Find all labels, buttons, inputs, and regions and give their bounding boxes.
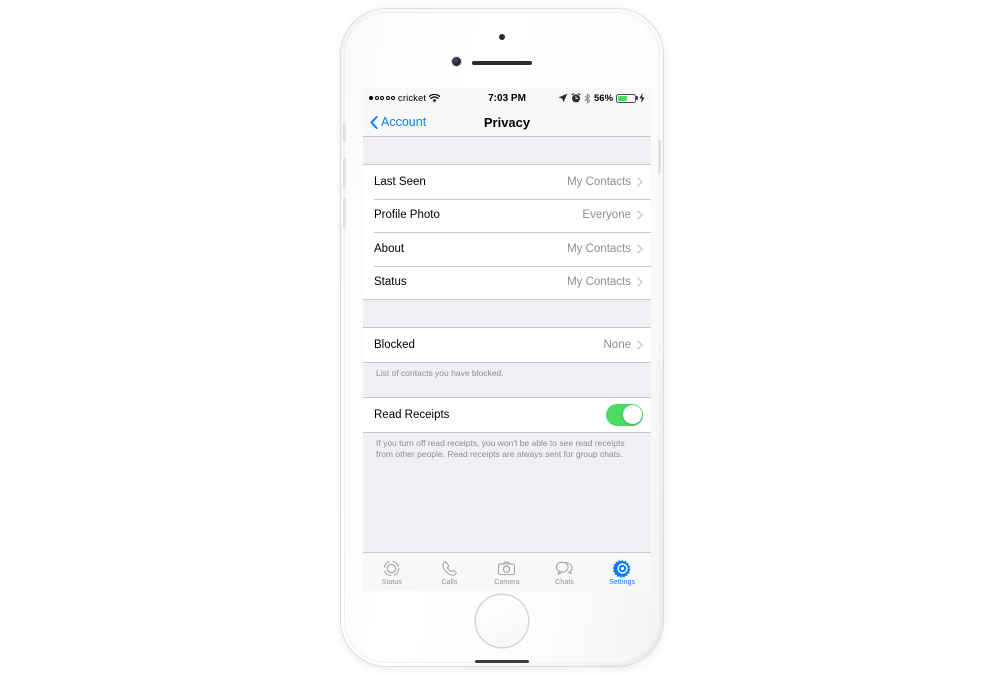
tab-status[interactable]: Status xyxy=(363,553,421,591)
list-top-spacer xyxy=(363,137,651,164)
bottom-speaker xyxy=(475,660,529,663)
row-read-receipts[interactable]: Read Receipts xyxy=(363,398,651,432)
row-label: Blocked xyxy=(374,338,415,351)
status-bar-clock: 7:03 PM xyxy=(488,92,526,104)
gear-icon xyxy=(612,559,631,578)
row-label: Status xyxy=(374,276,407,289)
chevron-right-icon xyxy=(637,177,643,187)
row-label: Last Seen xyxy=(374,175,426,188)
row-profile-photo[interactable]: Profile Photo Everyone xyxy=(363,198,651,233)
tab-chats[interactable]: Chats xyxy=(536,553,594,591)
read-receipts-toggle[interactable] xyxy=(606,403,643,426)
row-blocked[interactable]: Blocked None xyxy=(363,328,651,362)
tab-label: Calls xyxy=(441,578,458,586)
power-button[interactable] xyxy=(658,140,661,173)
section-read-receipts: Read Receipts xyxy=(363,397,651,433)
tab-label: Status xyxy=(381,578,403,586)
silent-switch[interactable] xyxy=(343,124,346,141)
chevron-right-icon xyxy=(637,277,643,287)
blocked-footer-text: List of contacts you have blocked. xyxy=(376,367,504,378)
chevron-right-icon xyxy=(637,210,643,220)
chevron-left-icon xyxy=(370,115,378,129)
status-ring-icon xyxy=(383,560,400,576)
chevron-right-icon xyxy=(637,244,643,254)
row-about[interactable]: About My Contacts xyxy=(363,232,651,266)
row-label: About xyxy=(374,242,405,255)
section-spacer-2 xyxy=(363,379,651,397)
chat-bubbles-icon xyxy=(555,561,573,575)
phone-device-frame: cricket 7:03 PM 56% Account Privacy Last… xyxy=(341,9,663,666)
tab-settings[interactable]: Settings xyxy=(593,553,651,591)
canvas: cricket 7:03 PM 56% Account Privacy Last… xyxy=(0,0,1000,675)
phone-body: cricket 7:03 PM 56% Account Privacy Last… xyxy=(343,12,661,663)
wifi-icon xyxy=(429,93,441,102)
tab-label: Chats xyxy=(555,578,574,586)
volume-down-button[interactable] xyxy=(343,198,346,228)
home-button[interactable] xyxy=(476,595,528,647)
row-value: My Contacts xyxy=(567,175,631,188)
status-bar: cricket 7:03 PM 56% xyxy=(363,88,651,108)
row-value: My Contacts xyxy=(567,242,631,255)
section-spacer-1 xyxy=(363,300,651,327)
camera-icon xyxy=(498,561,516,575)
phone-screen: cricket 7:03 PM 56% Account Privacy Last… xyxy=(363,88,651,591)
section-visibility: Last Seen My Contacts Profile Photo Ever… xyxy=(363,164,651,300)
tab-label: Settings xyxy=(609,578,636,586)
lightning-bolt-icon xyxy=(639,93,645,103)
row-label: Profile Photo xyxy=(374,209,440,222)
carrier-name: cricket xyxy=(398,92,427,104)
toggle-knob xyxy=(622,405,642,425)
back-button[interactable]: Account xyxy=(363,115,426,129)
row-value: My Contacts xyxy=(567,276,631,289)
earpiece-speaker xyxy=(472,61,532,65)
chevron-right-icon xyxy=(637,340,643,350)
back-button-label: Account xyxy=(381,115,427,129)
row-value: Everyone xyxy=(582,209,631,222)
tab-calls[interactable]: Calls xyxy=(421,553,479,591)
battery-percent-label: 56% xyxy=(594,92,614,104)
signal-strength-icon xyxy=(369,96,395,100)
tab-label: Camera xyxy=(494,578,520,586)
volume-up-button[interactable] xyxy=(343,158,346,188)
alarm-clock-icon xyxy=(571,93,581,103)
front-camera-icon xyxy=(452,57,461,66)
settings-list: Last Seen My Contacts Profile Photo Ever… xyxy=(363,137,651,552)
row-label: Read Receipts xyxy=(374,408,450,421)
section-blocked: Blocked None xyxy=(363,327,651,363)
tab-camera[interactable]: Camera xyxy=(478,553,536,591)
navigation-bar: Account Privacy xyxy=(363,108,651,137)
status-bar-left: cricket xyxy=(369,93,488,104)
location-arrow-icon xyxy=(558,93,568,103)
row-status[interactable]: Status My Contacts xyxy=(363,265,651,300)
bluetooth-icon xyxy=(584,93,591,103)
status-bar-right: 56% xyxy=(526,93,645,104)
row-value: None xyxy=(603,338,632,351)
phone-handset-icon xyxy=(442,560,457,576)
tab-bar: Status Calls Camera Chats Settings xyxy=(363,552,651,591)
battery-icon xyxy=(616,93,639,103)
proximity-sensor-icon xyxy=(499,34,505,40)
read-receipts-footer-text: If you turn off read receipts, you won't… xyxy=(376,437,625,460)
row-last-seen[interactable]: Last Seen My Contacts xyxy=(363,165,651,199)
